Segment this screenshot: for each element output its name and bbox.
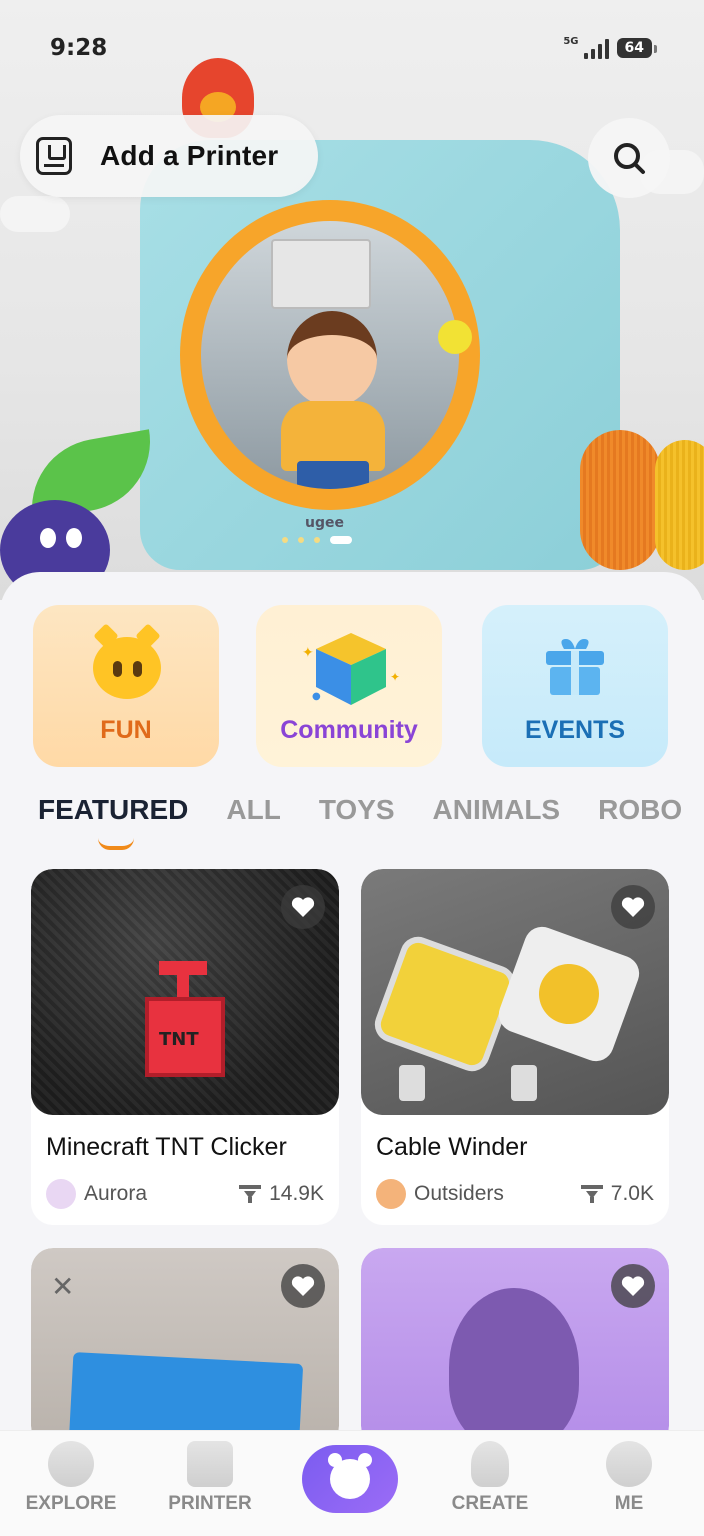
bottom-navigation: EXPLORE PRINTER CREATE ME: [0, 1430, 704, 1536]
category-community-label: Community: [280, 716, 418, 744]
like-button[interactable]: [611, 1264, 655, 1308]
search-button[interactable]: [588, 118, 670, 198]
tab-all[interactable]: ALL: [226, 794, 280, 854]
gift-icon: [546, 639, 604, 695]
filament-spool: [580, 430, 660, 570]
printer-window: [180, 200, 480, 510]
tab-animals[interactable]: ANIMALS: [433, 794, 561, 854]
battery-icon: 64: [616, 38, 658, 58]
download-count: 7.0K: [610, 1182, 654, 1205]
cube-icon: ✦ ✦ ●: [302, 633, 400, 705]
model-title: Minecraft TNT Clicker: [46, 1133, 287, 1161]
author-name: Outsiders: [414, 1182, 504, 1205]
yellow-knob: [438, 320, 472, 354]
author-name: Aurora: [84, 1182, 148, 1205]
printer-icon: [187, 1441, 233, 1487]
category-fun[interactable]: FUN: [33, 605, 219, 767]
signal-icon: 5G: [563, 36, 609, 59]
svg-text:✦: ✦: [302, 645, 314, 661]
nav-explore[interactable]: EXPLORE: [11, 1441, 131, 1515]
carousel-dot: [298, 537, 304, 543]
heart-icon: [291, 1276, 315, 1296]
lightbulb-icon: [471, 1441, 509, 1487]
search-icon: [614, 143, 645, 174]
nav-printer[interactable]: PRINTER: [150, 1441, 270, 1515]
avatar: [376, 1179, 406, 1209]
cloud-decoration: [0, 196, 70, 232]
download-icon: [239, 1185, 262, 1203]
heart-icon: [621, 897, 645, 917]
status-time: 9:28: [50, 35, 108, 61]
add-printer-button[interactable]: Add a Printer: [20, 115, 318, 197]
avatar: [46, 1179, 76, 1209]
watermark-icon: ✕: [51, 1270, 75, 1303]
heart-icon: [291, 897, 315, 917]
category-events[interactable]: EVENTS: [482, 605, 668, 767]
svg-text:✦: ✦: [390, 670, 400, 684]
nav-home-button[interactable]: [302, 1445, 398, 1513]
heart-icon: [621, 1276, 645, 1296]
smiley-icon: [606, 1441, 652, 1487]
hero-banner[interactable]: ugee 9:28 5G 64 Add a Printer: [0, 0, 704, 600]
model-card[interactable]: Cable Winder Outsiders 7.0K: [361, 869, 669, 1225]
smiley-cat-icon: [93, 637, 161, 699]
network-type: 5G: [563, 36, 579, 47]
printer-icon: [36, 137, 72, 175]
like-button[interactable]: [281, 885, 325, 929]
model-card[interactable]: [361, 1248, 669, 1448]
model-title: Cable Winder: [376, 1133, 528, 1161]
add-printer-label: Add a Printer: [100, 140, 279, 171]
category-community[interactable]: ✦ ✦ ● Community: [256, 605, 442, 767]
nav-label: PRINTER: [168, 1493, 252, 1514]
carousel-indicator: [282, 536, 352, 544]
model-card[interactable]: ✕: [31, 1248, 339, 1448]
tab-indicator: [98, 838, 134, 850]
filament-spool: [655, 440, 704, 570]
bear-icon: [328, 1453, 372, 1499]
tab-featured[interactable]: FEATURED: [38, 794, 188, 854]
carousel-dot: [282, 537, 288, 543]
nav-me[interactable]: ME: [569, 1441, 689, 1515]
category-events-label: EVENTS: [524, 716, 626, 744]
tab-toys[interactable]: TOYS: [319, 794, 395, 854]
nav-label: EXPLORE: [25, 1493, 117, 1514]
tab-label: FEATURED: [38, 794, 189, 825]
nav-create[interactable]: CREATE: [430, 1441, 550, 1515]
like-button[interactable]: [281, 1264, 325, 1308]
brand-logo: ugee: [305, 515, 344, 531]
category-tabs: FEATURED ALL TOYS ANIMALS ROBO: [38, 794, 704, 854]
status-bar: 9:28 5G 64: [50, 30, 658, 66]
download-count: 14.9K: [269, 1182, 324, 1205]
model-card[interactable]: Minecraft TNT Clicker Aurora 14.9K: [31, 869, 339, 1225]
tab-robo[interactable]: ROBO: [598, 794, 682, 854]
svg-text:●: ●: [312, 691, 321, 702]
carousel-dot-active: [330, 536, 352, 544]
nav-label: CREATE: [451, 1493, 529, 1514]
download-icon: [580, 1185, 603, 1203]
nav-label: ME: [614, 1493, 644, 1514]
carousel-dot: [314, 537, 320, 543]
category-fun-label: FUN: [100, 716, 152, 744]
like-button[interactable]: [611, 885, 655, 929]
planet-icon: [48, 1441, 94, 1487]
